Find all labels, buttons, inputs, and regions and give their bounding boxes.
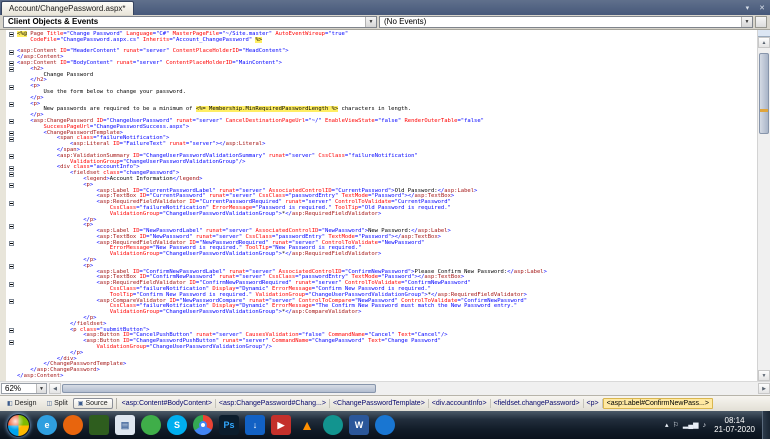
breadcrumb-item[interactable]: <asp:Content#BodyContent> [119,399,216,408]
fold-toggle-icon[interactable] [9,200,14,206]
vs-window: Account/ChangePassword.aspx* ▾ ✕ Client … [0,0,770,439]
clock-time: 08:14 [724,416,745,425]
view-switch-bar: ◧ Design ◫ Split ▣ Source <asp:Content#B… [0,395,770,411]
fold-toggle-icon[interactable] [9,165,14,171]
scroll-down-icon[interactable]: ▼ [758,370,770,381]
client-objects-dropdown-label: Client Objects & Events [8,17,99,26]
hidden-icons-icon[interactable]: ▴ [665,421,669,429]
code-line: </asp:Content> [17,373,64,380]
network-icon[interactable]: ▂▄▆ [683,421,699,429]
tab-list-icon[interactable]: ▾ [741,4,755,12]
split-view-button[interactable]: ◫ Split [41,398,72,409]
internet-explorer-icon[interactable]: e [37,415,57,435]
fold-toggle-icon[interactable] [9,264,14,270]
fold-toggle-icon[interactable] [9,171,14,177]
source-view-label: Source [85,400,108,407]
fold-margin [6,30,17,381]
green-app-icon[interactable] [141,415,161,435]
fold-toggle-icon[interactable] [9,223,14,229]
chevron-down-icon: ▼ [36,384,46,393]
code-editor[interactable]: <%@ Page Title="Change Password" Languag… [0,30,770,381]
chevron-down-icon: ▼ [365,17,376,27]
chrome-center-dot [199,421,207,429]
blue-app-icon[interactable] [375,415,395,435]
navbar-extra-button[interactable] [755,16,767,28]
splitter-handle[interactable] [758,30,770,37]
scroll-left-icon[interactable]: ◀ [49,383,61,394]
skype-icon[interactable]: S [167,415,187,435]
breadcrumb-item[interactable]: <asp:Label#ConfirmNewPass...> [602,398,713,409]
tray-icons: ▴ ⚐ ▂▄▆ ♪ [665,421,711,430]
scroll-up-icon[interactable]: ▲ [758,37,770,48]
breadcrumb-item[interactable]: <fieldset.changePassword> [491,399,584,408]
action-center-icon[interactable]: ⚐ [673,421,679,429]
design-view-icon: ◧ [7,401,13,407]
document-tab-bar: Account/ChangePassword.aspx* ▾ ✕ [0,0,770,15]
events-dropdown[interactable]: (No Events) ▼ [379,16,753,28]
close-icon[interactable]: ✕ [754,4,770,12]
source-view-icon: ▣ [77,401,84,407]
source-view-button[interactable]: ▣ Source [72,398,113,409]
split-view-label: Split [54,400,68,407]
fold-toggle-icon[interactable] [9,84,14,90]
events-dropdown-label: (No Events) [384,17,427,26]
breadcrumb-item[interactable]: <asp:ChangePassword#Chang...> [216,399,330,408]
firefox-icon[interactable] [63,415,83,435]
breadcrumb-item[interactable]: <ChangePasswordTemplate> [330,399,429,408]
zoom-level: 62% [5,384,22,393]
show-desktop-button[interactable] [762,411,770,439]
volume-icon[interactable]: ♪ [703,422,707,429]
taskbar-apps: e ▤ S Ps ↓ ▶ ▲ W [37,415,395,435]
object-event-bar: Client Objects & Events ▼ (No Events) ▼ [0,15,770,30]
clock-date: 21-07-2020 [714,425,755,434]
hscroll-thumb[interactable] [62,384,376,393]
fold-toggle-icon[interactable] [9,299,14,305]
breadcrumb-item[interactable]: <p> [584,399,603,408]
chrome-icon[interactable] [193,415,213,435]
teal-app-icon[interactable] [323,415,343,435]
clock[interactable]: 08:14 21-07-2020 [711,416,762,434]
fold-toggle-icon[interactable] [9,328,14,334]
scroll-right-icon[interactable]: ▶ [758,383,770,394]
code-area[interactable]: <%@ Page Title="Change Password" Languag… [17,30,757,381]
vertical-scrollbar[interactable]: ▲ ▼ [757,30,770,381]
media-player-icon[interactable]: ▶ [271,415,291,435]
start-button[interactable] [7,413,30,437]
fold-toggle-icon[interactable] [9,101,14,107]
taskbar: e ▤ S Ps ↓ ▶ ▲ W ▴ ⚐ ▂▄▆ ♪ 08:14 21-07-2020 [0,411,770,439]
idm-icon[interactable]: ↓ [245,415,265,435]
scroll-marker [760,109,768,113]
fold-toggle-icon[interactable] [9,339,14,345]
vlc-icon[interactable]: ▲ [297,415,317,435]
breadcrumb: <asp:Content#BodyContent> <asp:ChangePass… [115,398,768,409]
fold-toggle-icon[interactable] [9,281,14,287]
fold-toggle-icon[interactable] [9,67,14,73]
tab-changepassword-aspx[interactable]: Account/ChangePassword.aspx* [1,1,134,15]
split-view-icon: ◫ [46,401,53,407]
hscroll-track[interactable] [61,383,758,394]
fold-toggle-icon[interactable] [9,119,14,125]
vscroll-thumb[interactable] [759,53,769,134]
horizontal-scroll-row: 62% ▼ ◀ ▶ [0,381,770,395]
photoshop-icon[interactable]: Ps [219,415,239,435]
fold-toggle-icon[interactable] [9,32,14,38]
breadcrumb-item[interactable]: <div.accountInfo> [429,399,491,408]
notepad-plus-icon[interactable] [89,415,109,435]
zoom-selector[interactable]: 62% ▼ [1,383,47,394]
fold-toggle-icon[interactable] [9,241,14,247]
design-view-button[interactable]: ◧ Design [2,398,41,409]
fold-toggle-icon[interactable] [9,183,14,189]
fold-toggle-icon[interactable] [9,130,14,136]
chevron-down-icon: ▼ [741,17,752,27]
fold-marker-slot [6,374,17,380]
fold-toggle-icon[interactable] [9,136,14,142]
file-explorer-icon[interactable]: ▤ [115,415,135,435]
vscroll-track[interactable] [758,48,770,370]
fold-toggle-icon[interactable] [9,154,14,160]
word-icon[interactable]: W [349,415,369,435]
fold-toggle-icon[interactable] [9,49,14,55]
design-view-label: Design [14,400,37,407]
client-objects-dropdown[interactable]: Client Objects & Events ▼ [3,16,377,28]
fold-toggle-icon[interactable] [9,61,14,67]
